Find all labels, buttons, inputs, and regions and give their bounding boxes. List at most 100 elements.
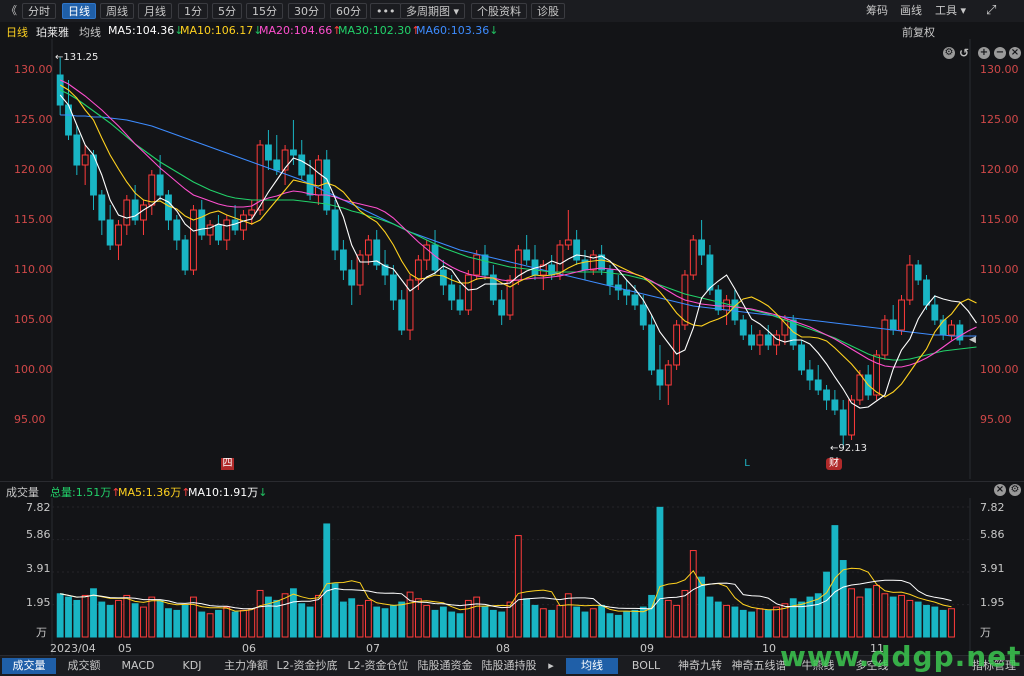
- volume-axis-tick: 1.95: [26, 596, 51, 609]
- settings-icon[interactable]: ⚙: [1009, 484, 1021, 496]
- volume-bar: [489, 609, 497, 638]
- draw-line-button[interactable]: 画线: [900, 3, 922, 19]
- price-axis-tick: 105.00: [980, 313, 1019, 326]
- volume-axis-tick: 7.82: [26, 501, 51, 514]
- candle-body: [639, 304, 647, 326]
- tab-l2-position[interactable]: L2-资金仓位: [344, 658, 412, 674]
- volume-bar: [914, 601, 922, 638]
- candle-body: [648, 324, 656, 371]
- tab-fenshi[interactable]: 分时: [22, 3, 56, 19]
- high-annotation: ←131.25: [55, 52, 99, 63]
- volume-bar: [348, 598, 356, 638]
- candle-body: [798, 344, 805, 371]
- volume-bar: [889, 596, 897, 638]
- tab-1min[interactable]: 1分: [178, 3, 208, 19]
- financial-report-marker[interactable]: 财: [826, 458, 842, 470]
- adjust-mode-dropdown[interactable]: 前复权: [902, 24, 935, 40]
- tab-30min[interactable]: 30分: [288, 3, 325, 19]
- candle-body: [689, 239, 697, 276]
- tab-weekly[interactable]: 周线: [100, 3, 134, 19]
- tab-main-net[interactable]: 主力净额: [220, 658, 272, 674]
- tab-hk-connect-holdings[interactable]: 陆股通持股: [478, 658, 540, 674]
- tab-60min[interactable]: 60分: [330, 3, 367, 19]
- candle-body: [939, 319, 947, 336]
- volume-bar: [389, 604, 397, 638]
- stock-info-button[interactable]: 个股资料: [471, 3, 527, 19]
- fullscreen-icon[interactable]: ⤢: [986, 3, 996, 19]
- volume-bar: [806, 596, 814, 638]
- tab-boll[interactable]: BOLL: [620, 658, 672, 674]
- candle-body: [115, 224, 122, 246]
- volume-bar: [131, 603, 139, 638]
- candle-body: [764, 334, 772, 346]
- ma30-line: [59, 89, 977, 361]
- price-axis-tick: 125.00: [980, 113, 1019, 126]
- x-axis-tick: 05: [118, 642, 132, 655]
- close-icon[interactable]: ×: [994, 484, 1006, 496]
- diagnose-button[interactable]: 诊股: [531, 3, 565, 19]
- x-axis-tick: 2023/04: [50, 642, 96, 655]
- volume-bar: [881, 593, 889, 638]
- x-axis-tick: 08: [496, 642, 510, 655]
- tools-dropdown[interactable]: 工具 ▾: [935, 3, 966, 19]
- volume-axis-tick: 1.95: [980, 596, 1005, 609]
- candle-body: [673, 324, 681, 366]
- candle-body: [698, 239, 706, 256]
- tab-kdj[interactable]: KDJ: [166, 658, 218, 674]
- volume-bar: [823, 571, 830, 638]
- tab-turnover[interactable]: 成交额: [58, 658, 110, 674]
- volume-bar: [598, 604, 606, 638]
- volume-bar: [198, 611, 206, 638]
- ma-settings-link[interactable]: 均线: [79, 24, 101, 40]
- tab-l2-bottom[interactable]: L2-资金抄底: [274, 658, 340, 674]
- tab-ma[interactable]: 均线: [566, 658, 618, 674]
- candle-body: [223, 219, 231, 241]
- tab-5min[interactable]: 5分: [212, 3, 242, 19]
- tab-volume[interactable]: 成交量: [2, 658, 56, 674]
- tab-scroll-right-icon[interactable]: ▸: [544, 658, 558, 674]
- volume-bar: [339, 601, 347, 638]
- candle-body: [731, 299, 739, 321]
- price-axis-tick: 120.00: [14, 163, 53, 176]
- volume-info-bar: 成交量 总量:1.51万↑ MA5:1.36万↑ MA10:1.91万↓ × ⚙: [0, 481, 1024, 499]
- volume-bar: [398, 601, 406, 638]
- volume-bar: [414, 598, 422, 638]
- more-periods-button[interactable]: •••: [370, 3, 402, 19]
- tab-macd[interactable]: MACD: [112, 658, 164, 674]
- event-marker[interactable]: 四: [221, 458, 234, 470]
- volume-chart[interactable]: [0, 498, 1024, 655]
- tab-15min[interactable]: 15分: [246, 3, 283, 19]
- volume-bar: [173, 609, 181, 638]
- tab-monthly[interactable]: 月线: [138, 3, 172, 19]
- price-axis-tick: 110.00: [980, 263, 1019, 276]
- volume-bar: [673, 604, 681, 638]
- ma10-line: [59, 84, 977, 398]
- candle-body: [165, 194, 172, 221]
- stock-name: 珀莱雅: [36, 26, 69, 39]
- multi-period-dropdown[interactable]: 多周期图 ▾: [400, 3, 466, 19]
- candle-body: [739, 319, 747, 336]
- volume-bar: [473, 596, 481, 638]
- candle-body: [898, 299, 905, 331]
- tab-daily[interactable]: 日线: [62, 3, 96, 19]
- candle-body: [889, 319, 897, 331]
- price-axis-tick: 100.00: [14, 363, 53, 376]
- volume-bar: [448, 611, 456, 638]
- price-chart[interactable]: [0, 39, 1024, 479]
- volume-bar: [514, 535, 522, 638]
- candle-body: [106, 219, 114, 246]
- price-axis-tick: 130.00: [980, 63, 1019, 76]
- back-button[interactable]: 《: [6, 3, 17, 19]
- volume-bar: [873, 584, 880, 638]
- candle-body: [714, 289, 722, 311]
- volume-bar: [256, 589, 264, 638]
- event-marker[interactable]: L: [742, 458, 752, 470]
- ma60-line: [60, 114, 977, 337]
- volume-bar: [773, 606, 780, 638]
- volume-bar: [231, 611, 239, 638]
- price-axis-tick: 100.00: [980, 363, 1019, 376]
- candle-body: [923, 279, 930, 306]
- tab-magic-nine[interactable]: 神奇九转: [674, 658, 726, 674]
- chips-button[interactable]: 筹码: [866, 3, 888, 19]
- tab-hk-connect-funds[interactable]: 陆股通资金: [414, 658, 476, 674]
